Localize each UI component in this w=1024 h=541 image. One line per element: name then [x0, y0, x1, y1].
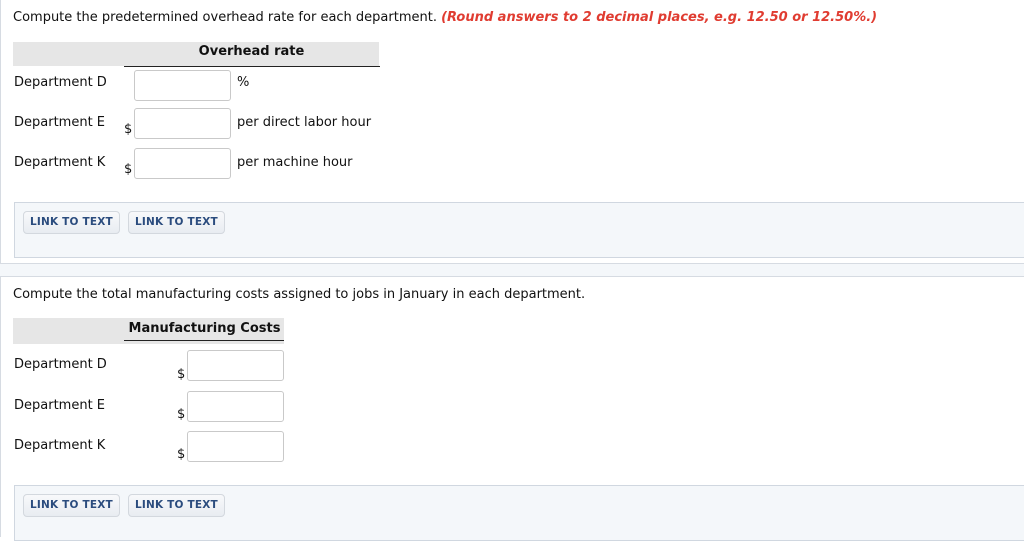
link-to-text-button-1[interactable]: LINK TO TEXT	[23, 494, 120, 517]
dollar-sign: $	[177, 447, 186, 462]
manufacturing-costs-panel: Compute the total manufacturing costs as…	[0, 277, 1024, 541]
unit-per-direct-labor-hour: per direct labor hour	[237, 115, 372, 130]
manufacturing-costs-department-e-input[interactable]	[187, 391, 284, 422]
row-label-department-d: Department D	[14, 357, 107, 372]
overhead-rate-department-k-input[interactable]	[134, 148, 231, 179]
manufacturing-costs-department-d-input[interactable]	[187, 350, 284, 381]
link-bar: LINK TO TEXT LINK TO TEXT	[14, 485, 1024, 541]
dollar-sign: $	[124, 122, 133, 137]
row-label-department-k: Department K	[14, 438, 106, 453]
overhead-rate-department-e-input[interactable]	[134, 108, 231, 139]
row-label-department-e: Department E	[14, 398, 106, 413]
dollar-sign: $	[177, 367, 186, 382]
rounding-note: (Round answers to 2 decimal places, e.g.…	[441, 10, 878, 25]
row-label-department-d: Department D	[14, 75, 107, 90]
instruction-main: Compute the predetermined overhead rate …	[13, 10, 437, 25]
header-underline	[124, 66, 380, 67]
instruction-text: Compute the total manufacturing costs as…	[13, 287, 586, 302]
dollar-sign: $	[177, 407, 186, 422]
link-bar: LINK TO TEXT LINK TO TEXT	[14, 202, 1024, 258]
row-label-department-k: Department K	[14, 155, 106, 170]
column-header-overhead-rate: Overhead rate	[198, 44, 305, 59]
row-label-department-e: Department E	[14, 115, 106, 130]
overhead-rate-panel: Compute the predetermined overhead rate …	[0, 0, 1024, 264]
section-divider	[0, 264, 1024, 277]
link-to-text-button-2[interactable]: LINK TO TEXT	[128, 494, 225, 517]
unit-percent: %	[237, 75, 250, 90]
manufacturing-costs-department-k-input[interactable]	[187, 431, 284, 462]
instruction-text: Compute the predetermined overhead rate …	[13, 10, 877, 25]
header-underline	[124, 340, 284, 341]
column-header-manufacturing-costs: Manufacturing Costs	[128, 321, 281, 336]
overhead-rate-department-d-input[interactable]	[134, 70, 231, 101]
link-to-text-button-2[interactable]: LINK TO TEXT	[128, 211, 225, 234]
unit-per-machine-hour: per machine hour	[237, 155, 353, 170]
dollar-sign: $	[124, 162, 133, 177]
link-to-text-button-1[interactable]: LINK TO TEXT	[23, 211, 120, 234]
